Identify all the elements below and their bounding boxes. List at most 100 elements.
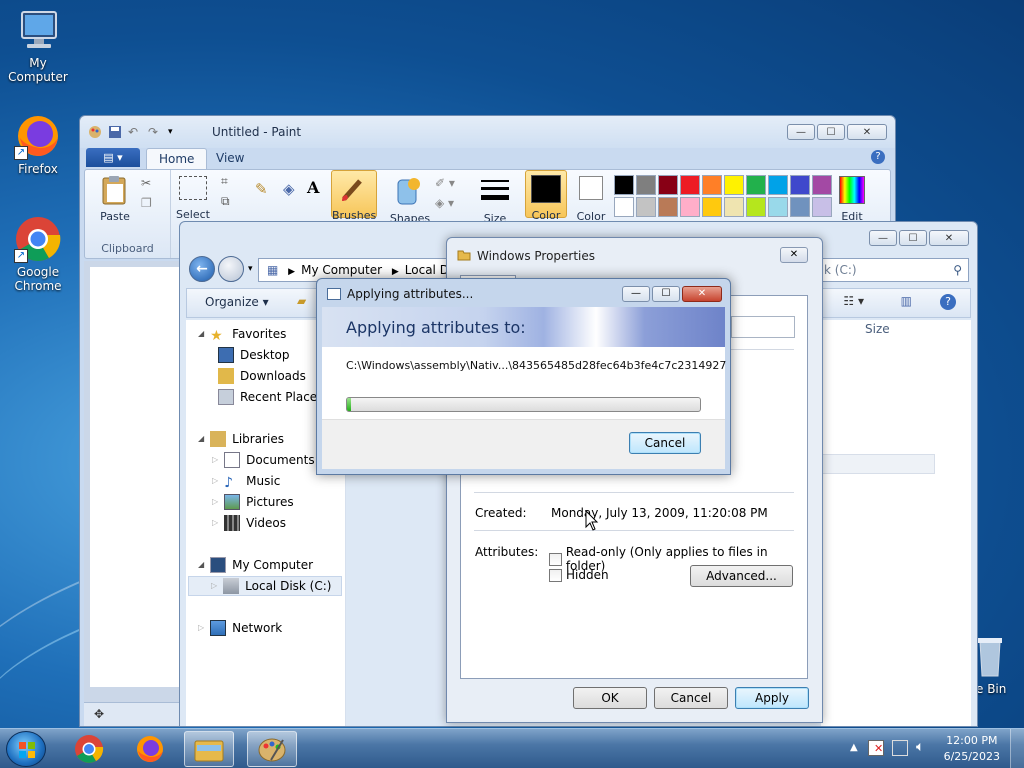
nav-documents[interactable]: ▷ Documents	[212, 450, 315, 470]
palette-swatch[interactable]	[702, 175, 722, 195]
progress-titlebar[interactable]: Applying attributes... — ☐ ✕	[317, 279, 730, 307]
palette-swatch[interactable]	[636, 175, 656, 195]
undo-icon[interactable]: ↶	[128, 125, 142, 139]
maximize-button[interactable]: ☐	[652, 286, 680, 302]
palette-swatch[interactable]	[746, 175, 766, 195]
nav-favorites[interactable]: ◢ ★ Favorites	[198, 324, 286, 344]
palette-swatch[interactable]	[680, 175, 700, 195]
back-button[interactable]: ←	[189, 256, 215, 282]
taskbar-firefox[interactable]	[125, 731, 175, 767]
name-field[interactable]	[731, 316, 795, 338]
preview-pane-icon[interactable]: ▥	[901, 294, 912, 308]
palette-swatch[interactable]	[702, 197, 722, 217]
palette-swatch[interactable]	[812, 197, 832, 217]
resize-icon[interactable]: ⧉	[221, 194, 230, 209]
tab-view[interactable]: View	[204, 148, 256, 169]
recent-pages-icon[interactable]: ▾	[248, 264, 253, 274]
start-button[interactable]	[6, 731, 46, 767]
close-button[interactable]: ✕	[780, 247, 808, 263]
cut-icon[interactable]: ✂	[141, 176, 151, 190]
palette-swatch[interactable]	[724, 197, 744, 217]
network-tray-icon[interactable]	[892, 740, 908, 756]
nav-pictures[interactable]: ▷ Pictures	[212, 492, 294, 512]
size-button[interactable]: Size	[475, 176, 515, 225]
taskbar-chrome[interactable]	[64, 731, 114, 767]
close-button[interactable]: ✕	[847, 124, 887, 140]
outline-icon[interactable]: ✐ ▾	[435, 176, 455, 190]
edit-colors-button[interactable]: Edit	[834, 176, 870, 223]
minimize-button[interactable]: —	[787, 124, 815, 140]
file-row[interactable]	[821, 454, 935, 474]
hidden-checkbox[interactable]: Hidden	[549, 568, 609, 582]
nav-videos[interactable]: ▷ Videos	[212, 513, 286, 533]
tab-home[interactable]: Home	[146, 148, 208, 169]
breadcrumb-local-disk[interactable]: Local Disk	[405, 263, 447, 277]
clock[interactable]: 12:00 PM 6/25/2023	[944, 733, 1000, 765]
paint-titlebar[interactable]: ↶ ↷ ▾ Untitled - Paint — ☐ ✕	[80, 116, 895, 148]
palette-swatch[interactable]	[768, 175, 788, 195]
taskbar-paint[interactable]	[247, 731, 297, 767]
nav-music[interactable]: ▷ ♪ Music	[212, 471, 280, 491]
desktop-icon-chrome[interactable]: ↗ Google Chrome	[0, 215, 76, 293]
palette-swatch[interactable]	[812, 175, 832, 195]
properties-titlebar[interactable]: Windows Properties ✕	[447, 238, 822, 274]
minimize-button[interactable]: —	[622, 286, 650, 302]
folder-icon[interactable]: ▰	[297, 294, 306, 308]
breadcrumb-my-computer[interactable]: My Computer	[301, 263, 382, 277]
crop-icon[interactable]: ⌗	[221, 174, 228, 189]
organize-button[interactable]: Organize ▾	[205, 295, 269, 309]
apply-button[interactable]: Apply	[735, 687, 809, 709]
cancel-button[interactable]: Cancel	[654, 687, 728, 709]
customize-qat-icon[interactable]: ▾	[168, 125, 182, 139]
palette-swatch[interactable]	[724, 175, 744, 195]
maximize-button[interactable]: ☐	[899, 230, 927, 246]
desktop-icon-my-computer[interactable]: My Computer	[0, 6, 76, 84]
cancel-button[interactable]: Cancel	[629, 432, 701, 454]
nav-desktop[interactable]: Desktop	[218, 345, 290, 365]
volume-icon[interactable]: 🔈︎	[916, 739, 924, 755]
shape-fill-icon[interactable]: ◈ ▾	[435, 196, 454, 210]
fill-icon[interactable]: ◈	[283, 180, 295, 198]
nav-local-disk[interactable]: ▷ Local Disk (C:)	[188, 576, 342, 596]
nav-network[interactable]: ▷ Network	[198, 618, 282, 638]
show-hidden-icons-icon[interactable]: ▲	[850, 742, 858, 753]
column-header-size[interactable]: Size	[865, 322, 890, 336]
paste-button[interactable]: Paste	[97, 174, 133, 223]
palette-swatch[interactable]	[614, 197, 634, 217]
copy-icon[interactable]: ❐	[141, 196, 152, 210]
palette-swatch[interactable]	[614, 175, 634, 195]
shapes-button[interactable]: Shapes	[389, 176, 431, 225]
action-center-icon[interactable]: ✕	[868, 740, 884, 756]
palette-swatch[interactable]	[680, 197, 700, 217]
nav-recent-places[interactable]: Recent Places	[218, 387, 323, 407]
nav-downloads[interactable]: Downloads	[218, 366, 306, 386]
help-icon[interactable]: ?	[940, 294, 956, 310]
palette-swatch[interactable]	[636, 197, 656, 217]
desktop-icon-firefox[interactable]: ↗ Firefox	[0, 112, 76, 176]
paint-menu-button[interactable]: ▤ ▾	[86, 148, 140, 167]
save-icon[interactable]	[108, 125, 122, 139]
palette-swatch[interactable]	[768, 197, 788, 217]
pencil-icon[interactable]: ✎	[255, 180, 268, 198]
nav-libraries[interactable]: ◢ Libraries	[198, 429, 284, 449]
close-button[interactable]: ✕	[682, 286, 722, 302]
redo-icon[interactable]: ↷	[148, 125, 162, 139]
ok-button[interactable]: OK	[573, 687, 647, 709]
color1-button[interactable]: Color	[525, 170, 567, 222]
view-options-icon[interactable]: ☷ ▾	[843, 294, 864, 308]
taskbar-explorer[interactable]	[184, 731, 234, 767]
select-button[interactable]: Select	[175, 176, 211, 221]
forward-button[interactable]	[218, 256, 244, 282]
maximize-button[interactable]: ☐	[817, 124, 845, 140]
color2-button[interactable]: Color	[572, 176, 610, 223]
palette-swatch[interactable]	[746, 197, 766, 217]
close-button[interactable]: ✕	[929, 230, 969, 246]
minimize-button[interactable]: —	[869, 230, 897, 246]
search-input[interactable]: k (C:) ⚲	[819, 258, 969, 282]
help-icon[interactable]: ?	[871, 150, 885, 164]
palette-swatch[interactable]	[658, 175, 678, 195]
show-desktop-button[interactable]	[1010, 729, 1024, 768]
palette-swatch[interactable]	[790, 197, 810, 217]
drawing-canvas[interactable]	[90, 267, 180, 687]
palette-swatch[interactable]	[658, 197, 678, 217]
